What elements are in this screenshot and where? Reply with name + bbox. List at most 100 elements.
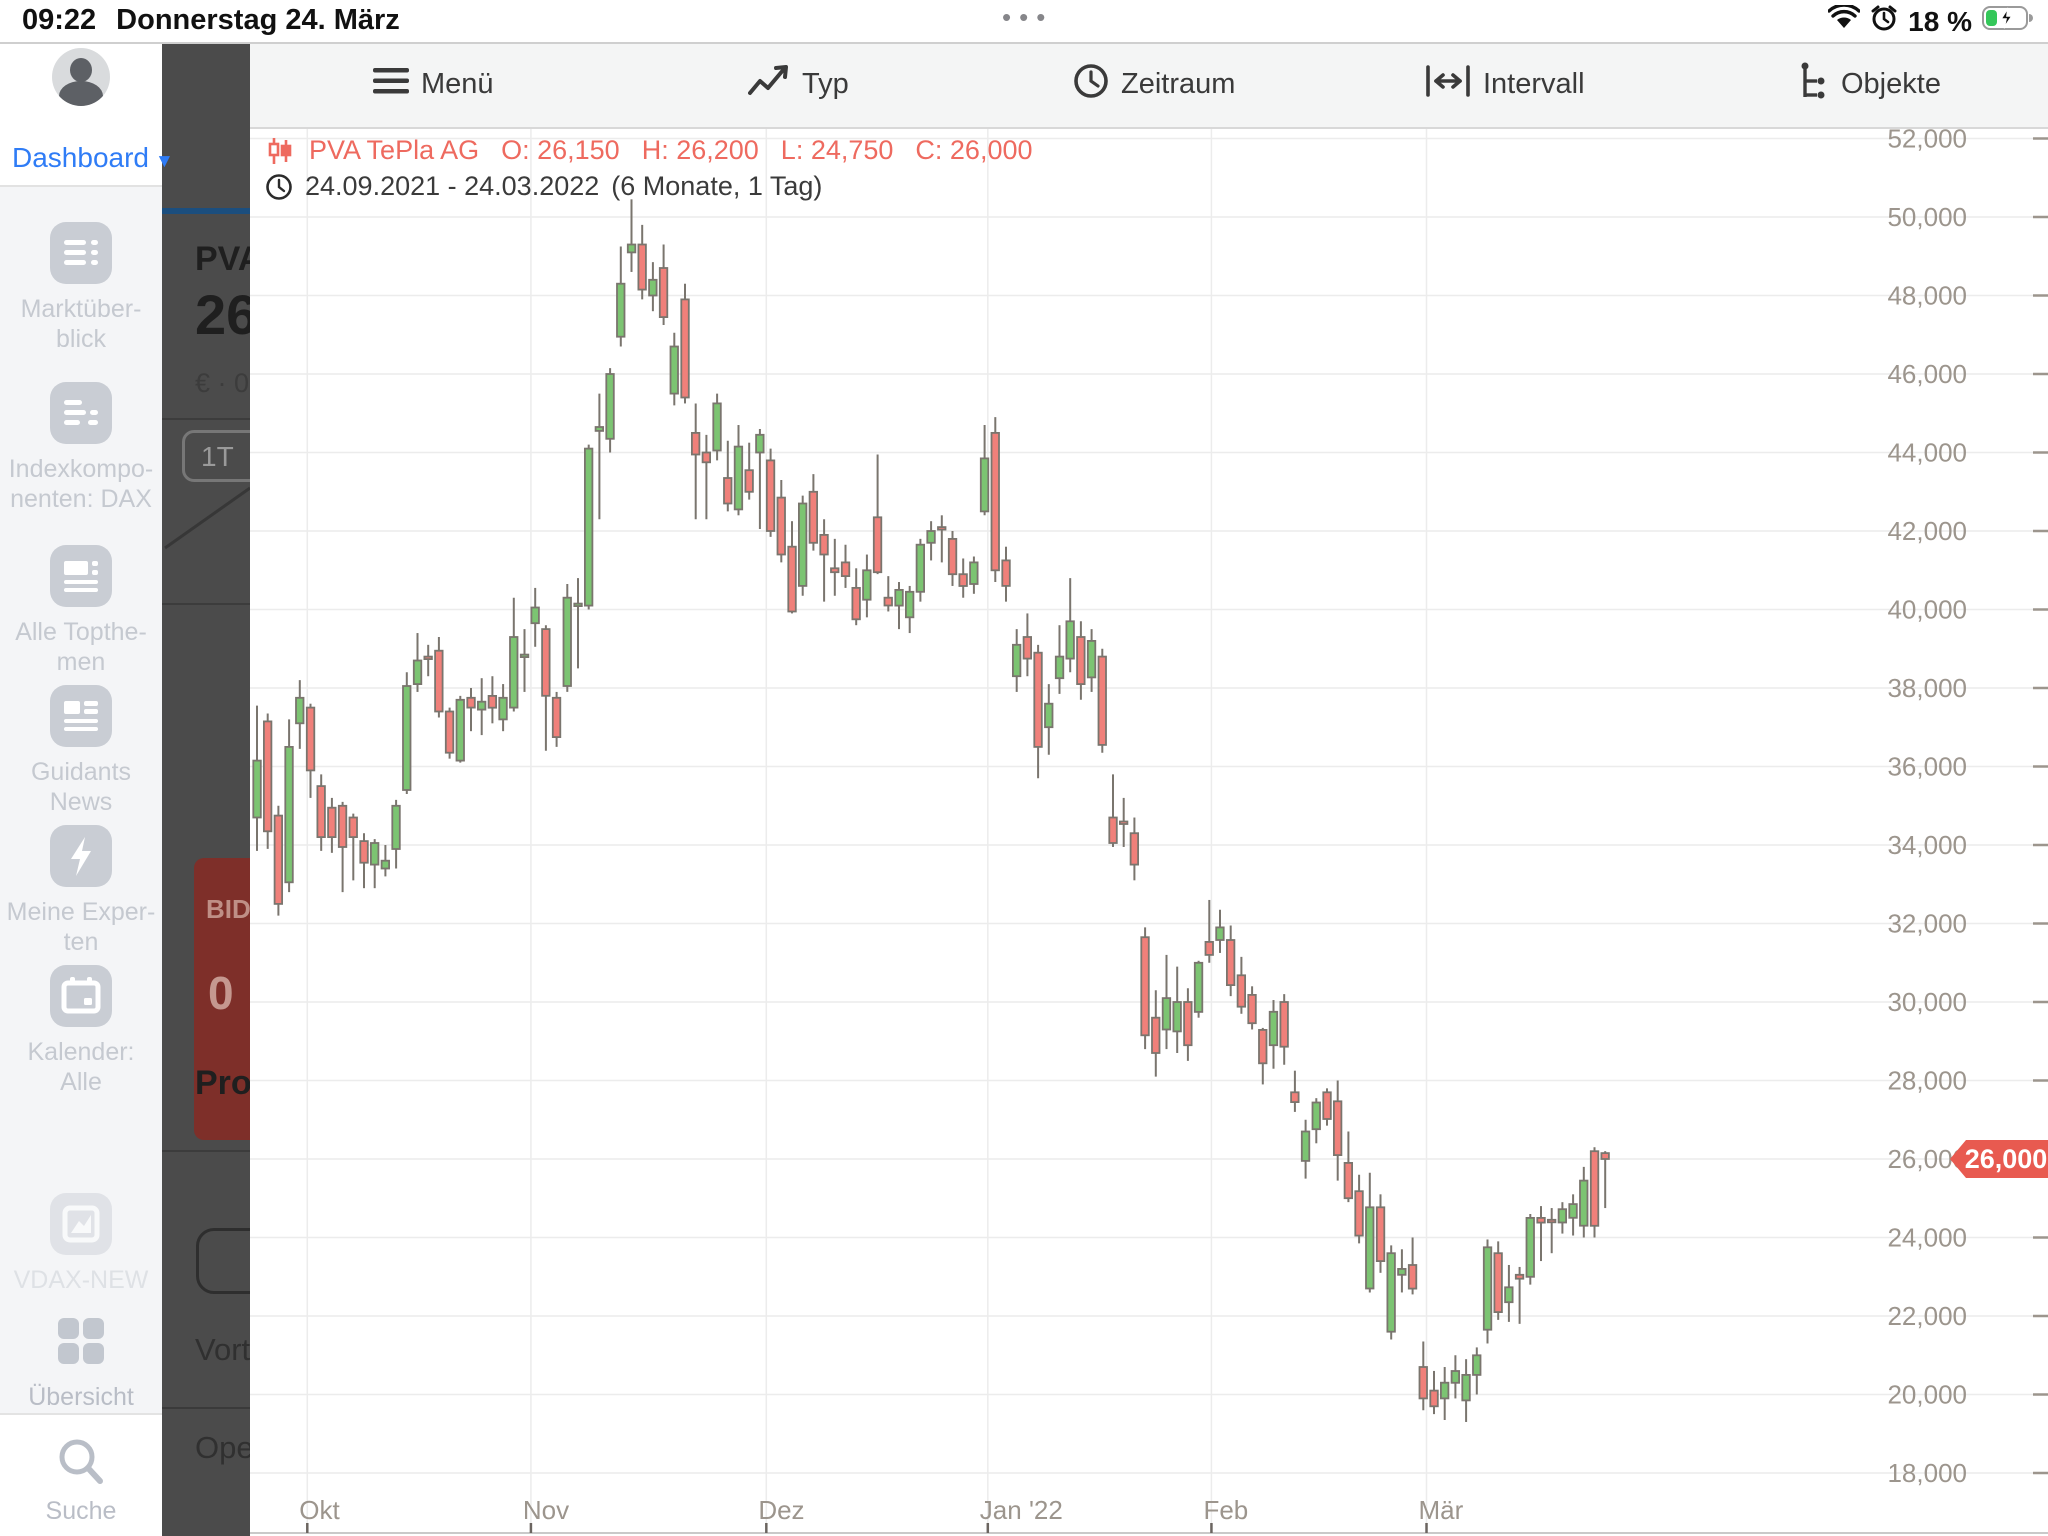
sidebar-item-indexkomponenten[interactable]: Indexkompo-nenten: DAX [0, 382, 162, 514]
sidebar-item-label: Alle [0, 1067, 162, 1097]
chart-panel[interactable]: 18,000 20,000 22,000 24,000 26,000 28,000 30,0… [250, 127, 2048, 1536]
svg-text:32,000: 32,000 [1887, 909, 1967, 939]
chart-type-icon [748, 65, 790, 105]
sidebar-item-label: News [0, 787, 162, 817]
sidebar-item-guidants-news[interactable]: GuidantsNews [0, 685, 162, 817]
svg-text:34,000: 34,000 [1887, 830, 1967, 860]
avatar[interactable] [52, 48, 110, 106]
dimmed-currency: € · 0 [195, 368, 249, 399]
widget-tab-indicator [162, 208, 250, 214]
sidebar-item-label: blick [0, 324, 162, 354]
list-icon [50, 222, 112, 284]
bid-label: BID [206, 894, 250, 925]
svg-text:50,000: 50,000 [1887, 202, 1967, 232]
sidebar-item-marktueberblick[interactable]: Marktüber-blick [0, 222, 162, 354]
svg-text:48,000: 48,000 [1887, 281, 1967, 311]
alarm-icon [1870, 4, 1898, 39]
svg-text:Dez: Dez [758, 1495, 804, 1525]
period-range: 24.09.2021 - 24.03.2022 [305, 171, 599, 202]
dimmed-row-vortag: Vorta [195, 1332, 250, 1368]
dimmed-price: 26 [195, 282, 250, 347]
objects-label: Objekte [1841, 68, 1941, 101]
svg-text:24,000: 24,000 [1887, 1223, 1967, 1253]
sidebar-search-label: Suche [0, 1496, 162, 1526]
sidebar-item-label: Meine Exper- [0, 897, 162, 927]
sidebar-item-vdax-new[interactable]: VDAX-NEW [0, 1193, 162, 1295]
sidebar-header: Dashboard▼ [0, 42, 162, 187]
period-label: Zeitraum [1121, 68, 1235, 101]
candlestick-icon [265, 136, 295, 166]
objects-button[interactable]: Objekte [1797, 42, 1941, 127]
sidebar-item-label: Marktüber- [0, 294, 162, 324]
legend-open: O: 26,150 [501, 135, 620, 166]
sidebar-item-label: Indexkompo- [0, 454, 162, 484]
newspaper-icon [50, 685, 112, 747]
type-button[interactable]: Typ [748, 42, 849, 127]
svg-text:46,000: 46,000 [1887, 359, 1967, 389]
sidebar-item-meine-experten[interactable]: Meine Exper-ten [0, 825, 162, 957]
sidebar-search[interactable]: Suche [0, 1413, 162, 1536]
sidebar-item-label: nenten: DAX [0, 484, 162, 514]
interval-button[interactable]: Intervall [1425, 42, 1585, 127]
svg-text:Jan '22: Jan '22 [980, 1495, 1063, 1525]
period-button[interactable]: Zeitraum [1073, 42, 1235, 127]
sidebar-item-alle-topthemen[interactable]: Alle Topthe-men [0, 545, 162, 677]
grid-icon [50, 1359, 112, 1376]
sidebar-item-label: Guidants [0, 757, 162, 787]
svg-text:22,000: 22,000 [1887, 1301, 1967, 1331]
menu-icon [373, 66, 409, 104]
wifi-icon [1828, 5, 1860, 38]
sidebar-item-label: Alle Topthe- [0, 617, 162, 647]
chart-toolbar: Menü Typ Zeitraum Intervall Objekte [250, 42, 2048, 129]
candlestick-chart[interactable]: 18,000 20,000 22,000 24,000 26,000 28,000 30,0… [250, 127, 2048, 1536]
svg-text:38,000: 38,000 [1887, 673, 1967, 703]
interval-icon [1425, 65, 1471, 105]
svg-text:42,000: 42,000 [1887, 516, 1967, 546]
svg-text:30,000: 30,000 [1887, 987, 1967, 1017]
svg-text:40,000: 40,000 [1887, 595, 1967, 625]
legend-close: C: 26,000 [915, 135, 1032, 166]
list-icon [50, 382, 112, 444]
home-indicator-dots[interactable]: ••• [1002, 2, 1053, 33]
svg-text:Nov: Nov [523, 1495, 569, 1525]
battery-charging-icon [1982, 5, 2034, 38]
objects-icon [1797, 61, 1829, 109]
svg-text:20,000: 20,000 [1887, 1380, 1967, 1410]
svg-text:Okt: Okt [299, 1495, 340, 1525]
lightning-icon [50, 825, 112, 887]
svg-text:36,000: 36,000 [1887, 752, 1967, 782]
dimmed-pill-button [196, 1228, 250, 1294]
sidebar-item-label: men [0, 647, 162, 677]
sidebar-item-label: Kalender: [0, 1037, 162, 1067]
clock-icon [1073, 63, 1109, 107]
calendar-icon [50, 965, 112, 1027]
menu-button[interactable]: Menü [373, 42, 494, 127]
svg-text:28,000: 28,000 [1887, 1066, 1967, 1096]
battery-percent: 18 % [1908, 6, 1972, 38]
sidebar-item-label: ten [0, 927, 162, 957]
sidebar-item-label: Übersicht [0, 1382, 162, 1412]
status-time: 09:22 [22, 4, 96, 37]
period-detail: (6 Monate, 1 Tag) [611, 171, 822, 202]
dimmed-sparkline [162, 432, 250, 552]
clock-icon [265, 173, 293, 201]
chart-image-icon [50, 1193, 112, 1255]
bid-value: 0 [208, 966, 234, 1020]
sidebar-item-uebersicht[interactable]: Übersicht [0, 1310, 162, 1412]
sidebar-item-kalender[interactable]: Kalender:Alle [0, 965, 162, 1097]
svg-text:Mär: Mär [1419, 1495, 1464, 1525]
sidebar: Dashboard▼ Marktüber-blick Indexkompo-ne… [0, 42, 162, 1536]
chart-legend-ohlc: PVA TePla AG O: 26,150 H: 26,200 L: 24,7… [265, 135, 1041, 166]
legend-high: H: 26,200 [642, 135, 759, 166]
dashboard-selector[interactable]: Dashboard▼ [12, 142, 174, 174]
chart-period-line: 24.09.2021 - 24.03.2022 (6 Monate, 1 Tag… [265, 171, 822, 202]
legend-low: L: 24,750 [781, 135, 894, 166]
svg-text:26,000: 26,000 [1965, 1144, 2048, 1174]
svg-text:52,000: 52,000 [1887, 127, 1967, 154]
newspaper-icon [50, 545, 112, 607]
svg-text:44,000: 44,000 [1887, 438, 1967, 468]
svg-text:18,000: 18,000 [1887, 1458, 1967, 1488]
instrument-name: PVA TePla AG [309, 135, 479, 166]
dashboard-label: Dashboard [12, 142, 149, 173]
status-bar: 09:22 Donnerstag 24. März ••• 18 % [0, 0, 2048, 44]
